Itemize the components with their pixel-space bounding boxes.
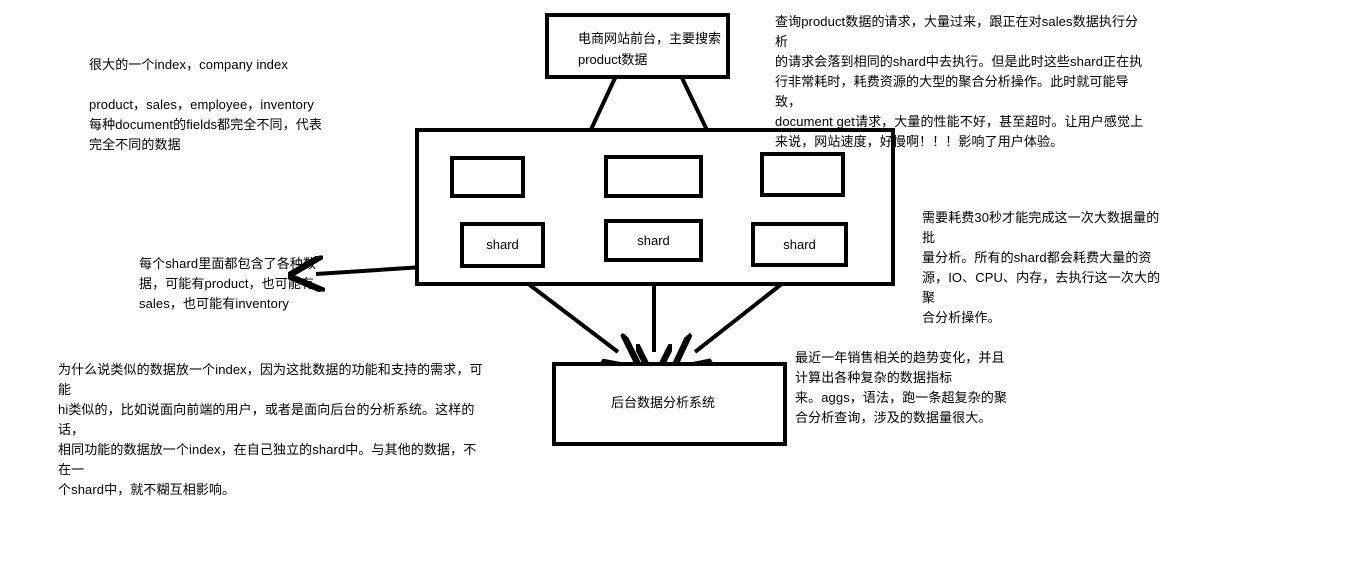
analytics-box-label: 后台数据分析系统	[611, 395, 716, 410]
annotation-left-fields: product，sales，employee，inventory 每种docum…	[89, 97, 322, 152]
cluster-empty-box-1[interactable]	[450, 156, 525, 198]
annotation-top-right: 查询product数据的请求，大量过来，跟正在对sales数据执行分析 的请求会…	[775, 14, 1144, 149]
annotation-right-cost: 需要耗费30秒才能完成这一次大数据量的批 量分析。所有的shard都会耗费大量的…	[922, 210, 1161, 325]
annotation-bottom-left: 为什么说类似的数据放一个index，因为这批数据的功能和支持的需求，可能 hi类…	[58, 362, 483, 497]
annotation-bottom-right: 最近一年销售相关的趋势变化，并且 计算出各种复杂的数据指标 来。aggs，语法，…	[795, 350, 1007, 425]
cluster-empty-box-2[interactable]	[604, 155, 703, 198]
shard-box-3[interactable]: shard	[751, 222, 848, 267]
shard-box-1[interactable]: shard	[460, 222, 545, 268]
diagram-canvas: 电商网站前台，主要搜索 product数据 shard shard shard …	[0, 0, 1360, 561]
cluster-empty-box-3[interactable]	[760, 152, 845, 197]
shard-box-2-label: shard	[637, 233, 670, 248]
shard-box-1-label: shard	[486, 237, 519, 252]
shard-box-2[interactable]: shard	[604, 219, 703, 262]
frontend-box-label: 电商网站前台，主要搜索 product数据	[578, 31, 722, 67]
annotation-left-shard: 每个shard里面都包含了各种数 据，可能有product，也可能有 sales…	[139, 256, 317, 311]
shard-box-3-label: shard	[783, 237, 816, 252]
annotation-left-index: 很大的一个index，company index	[89, 57, 288, 72]
